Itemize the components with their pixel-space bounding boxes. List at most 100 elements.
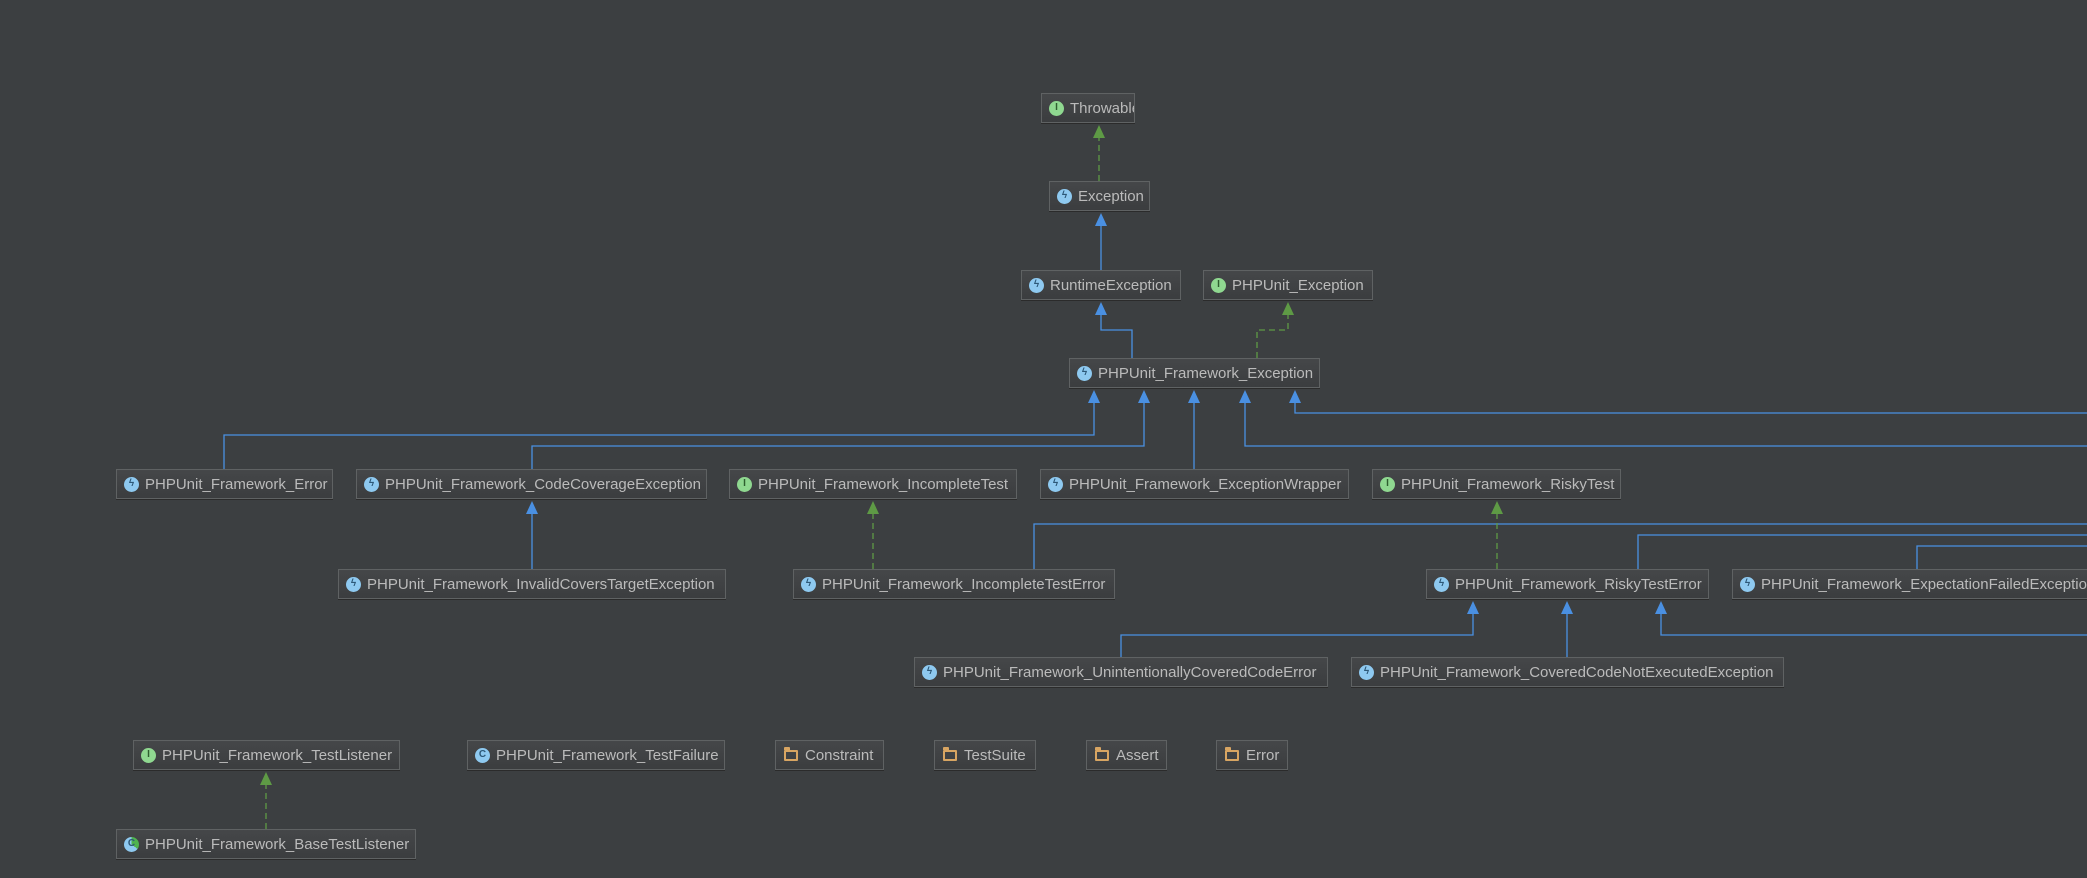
arrow-head <box>1188 390 1200 403</box>
package-assert[interactable]: Assert <box>1086 740 1167 770</box>
package-error[interactable]: Error <box>1216 740 1288 770</box>
node-invalid-covers-target-exception[interactable]: ϟ PHPUnit_Framework_InvalidCoversTargetE… <box>338 569 726 599</box>
exception-icon: ϟ <box>1740 576 1755 592</box>
edge-wrapper-extends-fwexception <box>1188 390 1200 469</box>
edge-error-extends-fwexception <box>223 390 1100 469</box>
package-constraint[interactable]: Constraint <box>775 740 884 770</box>
edge-offscreen-a-extends-fwexception <box>1239 390 2087 447</box>
node-code-coverage-exception[interactable]: ϟ PHPUnit_Framework_CodeCoverageExceptio… <box>356 469 707 499</box>
node-framework-error[interactable]: ϟ PHPUnit_Framework_Error <box>116 469 333 499</box>
edge-exception-implements-throwable <box>1093 125 1105 181</box>
node-label: TestSuite <box>964 746 1026 764</box>
arrow-head <box>867 501 879 514</box>
node-label: PHPUnit_Framework_BaseTestListener <box>145 835 410 853</box>
edge-line <box>1244 403 2087 447</box>
edge-line <box>1916 545 2087 569</box>
arrow-head <box>1088 390 1100 403</box>
node-label: Assert <box>1116 746 1159 764</box>
exception-icon: ϟ <box>364 476 379 492</box>
folder-icon <box>942 746 958 763</box>
node-throwable[interactable]: I Throwable <box>1041 93 1135 123</box>
node-covered-code-not-executed-exception[interactable]: ϟ PHPUnit_Framework_CoveredCodeNotExecut… <box>1351 657 1784 687</box>
node-label: PHPUnit_Framework_ExceptionWrapper <box>1069 475 1342 493</box>
node-label: Constraint <box>805 746 874 764</box>
node-unintentionally-covered-code-error[interactable]: ϟ PHPUnit_Framework_UnintentionallyCover… <box>914 657 1328 687</box>
node-label: PHPUnit_Framework_RiskyTest <box>1401 475 1615 493</box>
arrow-head <box>1655 601 1667 614</box>
node-label: PHPUnit_Framework_UnintentionallyCovered… <box>943 663 1317 681</box>
node-label: Exception <box>1078 187 1144 205</box>
arrow-head <box>1095 213 1107 226</box>
node-label: PHPUnit_Framework_IncompleteTestError <box>822 575 1106 593</box>
arrow-head <box>526 501 538 514</box>
arrow-head <box>1289 390 1301 403</box>
folder-icon <box>783 746 799 763</box>
node-exception[interactable]: ϟ Exception <box>1049 181 1150 211</box>
edge-riskyerror-implements-risky <box>1491 501 1503 569</box>
edge-notexecuted-extends-riskyerror <box>1561 601 1573 657</box>
folder-icon <box>1094 746 1110 763</box>
node-phpunit-exception[interactable]: I PHPUnit_Exception <box>1203 270 1373 300</box>
node-incomplete-test-error[interactable]: ϟ PHPUnit_Framework_IncompleteTestError <box>793 569 1115 599</box>
arrow-head <box>1491 501 1503 514</box>
edge-riskyerror-extends-offscreen <box>1637 534 2087 569</box>
node-label: PHPUnit_Framework_Exception <box>1098 364 1314 382</box>
class-icon: C <box>475 747 490 763</box>
edge-unintentional-extends-riskyerror <box>1120 601 1479 657</box>
interface-icon: I <box>141 747 156 763</box>
node-exception-wrapper[interactable]: ϟ PHPUnit_Framework_ExceptionWrapper <box>1040 469 1349 499</box>
node-risky-test-error[interactable]: ϟ PHPUnit_Framework_RiskyTestError <box>1426 569 1709 599</box>
node-base-test-listener[interactable]: C PHPUnit_Framework_BaseTestListener <box>116 829 416 859</box>
interface-icon: I <box>737 476 752 492</box>
edge-base-implements-listener <box>260 772 272 829</box>
arrow-head <box>1467 601 1479 614</box>
arrow-head <box>1095 302 1107 315</box>
edge-line <box>531 403 1145 469</box>
node-label: PHPUnit_Framework_CoveredCodeNotExecuted… <box>1380 663 1774 681</box>
edge-line <box>223 403 1095 469</box>
edge-invalidcovers-extends-codecoverage <box>526 501 538 569</box>
edge-incompleteerror-implements-incomplete <box>867 501 879 569</box>
abstract-class-icon: C <box>124 836 139 852</box>
exception-icon: ϟ <box>1048 476 1063 492</box>
node-runtime-exception[interactable]: ϟ RuntimeException <box>1021 270 1181 300</box>
node-risky-test[interactable]: I PHPUnit_Framework_RiskyTest <box>1372 469 1621 499</box>
arrow-head <box>1239 390 1251 403</box>
exception-icon: ϟ <box>1359 664 1374 680</box>
edge-offscreen-b-extends-fwexception <box>1289 390 2087 414</box>
exception-icon: ϟ <box>1077 365 1092 381</box>
node-label: PHPUnit_Framework_TestListener <box>162 746 393 764</box>
exception-icon: ϟ <box>124 476 139 492</box>
edge-expectation-extends-offscreen <box>1916 545 2087 569</box>
node-test-listener[interactable]: I PHPUnit_Framework_TestListener <box>133 740 400 770</box>
node-label: PHPUnit_Framework_CodeCoverageException <box>385 475 701 493</box>
node-test-failure[interactable]: C PHPUnit_Framework_TestFailure <box>467 740 725 770</box>
arrow-head <box>1093 125 1105 138</box>
exception-icon: ϟ <box>1029 277 1044 293</box>
arrow-head <box>1138 390 1150 403</box>
edge-line <box>1120 614 1474 657</box>
arrow-head <box>260 772 272 785</box>
node-label: PHPUnit_Framework_InvalidCoversTargetExc… <box>367 575 715 593</box>
edge-codecoverage-extends-fwexception <box>531 390 1150 469</box>
node-framework-exception[interactable]: ϟ PHPUnit_Framework_Exception <box>1069 358 1320 388</box>
package-testsuite[interactable]: TestSuite <box>934 740 1036 770</box>
node-expectation-failed-exception[interactable]: ϟ PHPUnit_Framework_ExpectationFailedExc… <box>1732 569 2087 599</box>
node-label: PHPUnit_Framework_TestFailure <box>496 746 719 764</box>
node-label: PHPUnit_Framework_RiskyTestError <box>1455 575 1702 593</box>
node-label: Error <box>1246 746 1280 764</box>
interface-icon: I <box>1211 277 1226 293</box>
edge-line <box>1294 403 2087 414</box>
node-incomplete-test[interactable]: I PHPUnit_Framework_IncompleteTest <box>729 469 1017 499</box>
edge-line <box>1660 614 2087 636</box>
node-label: PHPUnit_Framework_IncompleteTest <box>758 475 1009 493</box>
edge-runtime-extends-exception <box>1095 213 1107 270</box>
exception-icon: ϟ <box>801 576 816 592</box>
exception-icon: ϟ <box>346 576 361 592</box>
edge-line <box>1100 315 1133 358</box>
edge-fwexception-implements-phpunit-exception <box>1256 302 1294 358</box>
node-label: PHPUnit_Framework_ExpectationFailedExcep… <box>1761 575 2087 593</box>
edge-fwexception-extends-runtime <box>1095 302 1133 358</box>
arrow-head <box>1561 601 1573 614</box>
node-label: Throwable <box>1070 99 1135 117</box>
